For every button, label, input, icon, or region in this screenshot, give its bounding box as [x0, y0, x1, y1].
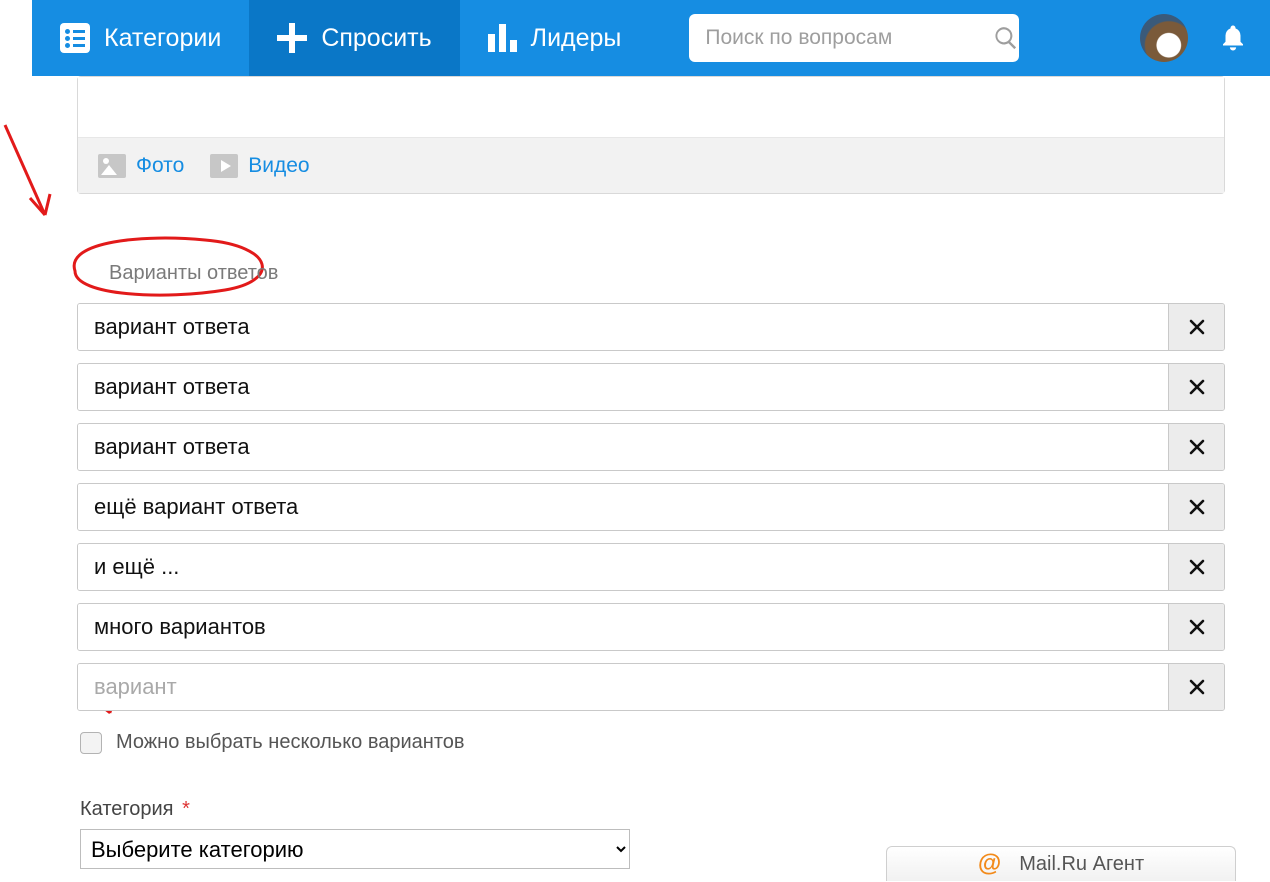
- bell-icon: [1218, 23, 1248, 53]
- search-button[interactable]: [992, 14, 1019, 62]
- category-select[interactable]: Выберите категорию: [80, 829, 630, 869]
- close-icon: [1188, 498, 1206, 516]
- media-toolbar: Фото Видео: [78, 137, 1224, 193]
- add-video-label: Видео: [248, 154, 309, 178]
- remove-option-button[interactable]: [1168, 664, 1224, 710]
- search-box: [689, 14, 1019, 62]
- close-icon: [1188, 678, 1206, 696]
- page-content: Фото Видео Варианты ответов Можно выбрат…: [32, 76, 1270, 869]
- question-editor: Фото Видео: [77, 76, 1225, 194]
- multiselect-row: Можно выбрать несколько вариантов: [80, 731, 1270, 754]
- answers-section-label: Варианты ответов: [109, 262, 1270, 285]
- option-input[interactable]: [78, 304, 1168, 350]
- option-input[interactable]: [78, 424, 1168, 470]
- nav-ask[interactable]: Спросить: [249, 0, 459, 76]
- option-row: [77, 603, 1225, 651]
- remove-option-button[interactable]: [1168, 364, 1224, 410]
- avatar[interactable]: [1140, 14, 1188, 62]
- nav-categories[interactable]: Категории: [32, 0, 249, 76]
- video-icon: [210, 154, 238, 178]
- option-row: [77, 363, 1225, 411]
- notifications-button[interactable]: [1216, 21, 1250, 55]
- nav-categories-label: Категории: [104, 24, 221, 53]
- category-label-row: Категория *: [80, 798, 1270, 821]
- at-icon: @: [978, 850, 1001, 878]
- option-input[interactable]: [78, 364, 1168, 410]
- mailru-agent-button[interactable]: @ Mail.Ru Агент: [886, 846, 1236, 881]
- nav-ask-label: Спросить: [321, 24, 431, 53]
- option-input-new[interactable]: [78, 664, 1168, 710]
- photo-icon: [98, 154, 126, 178]
- option-row: [77, 543, 1225, 591]
- option-row: [77, 663, 1225, 711]
- option-input[interactable]: [78, 544, 1168, 590]
- multiselect-label: Можно выбрать несколько вариантов: [116, 731, 465, 754]
- close-icon: [1188, 558, 1206, 576]
- close-icon: [1188, 378, 1206, 396]
- add-photo-button[interactable]: Фото: [98, 154, 184, 178]
- nav-leaders[interactable]: Лидеры: [460, 0, 650, 76]
- nav-leaders-label: Лидеры: [531, 24, 622, 53]
- close-icon: [1188, 438, 1206, 456]
- close-icon: [1188, 618, 1206, 636]
- category-label: Категория: [80, 798, 174, 820]
- add-video-button[interactable]: Видео: [210, 154, 309, 178]
- close-icon: [1188, 318, 1206, 336]
- option-input[interactable]: [78, 484, 1168, 530]
- remove-option-button[interactable]: [1168, 544, 1224, 590]
- bars-icon: [488, 24, 517, 52]
- search-icon: [993, 25, 1019, 51]
- remove-option-button[interactable]: [1168, 304, 1224, 350]
- mailru-agent-label: Mail.Ru Агент: [1019, 853, 1144, 876]
- remove-option-button[interactable]: [1168, 424, 1224, 470]
- option-row: [77, 423, 1225, 471]
- option-row: [77, 483, 1225, 531]
- remove-option-button[interactable]: [1168, 604, 1224, 650]
- option-row: [77, 303, 1225, 351]
- required-mark: *: [182, 798, 190, 820]
- multiselect-checkbox[interactable]: [80, 732, 102, 754]
- remove-option-button[interactable]: [1168, 484, 1224, 530]
- answer-options: [77, 303, 1225, 711]
- list-icon: [60, 23, 90, 53]
- option-input[interactable]: [78, 604, 1168, 650]
- editor-textarea[interactable]: [78, 77, 1224, 137]
- search-input[interactable]: [689, 26, 992, 50]
- add-photo-label: Фото: [136, 154, 184, 178]
- plus-icon: [277, 23, 307, 53]
- top-nav: Категории Спросить Лидеры: [32, 0, 1270, 76]
